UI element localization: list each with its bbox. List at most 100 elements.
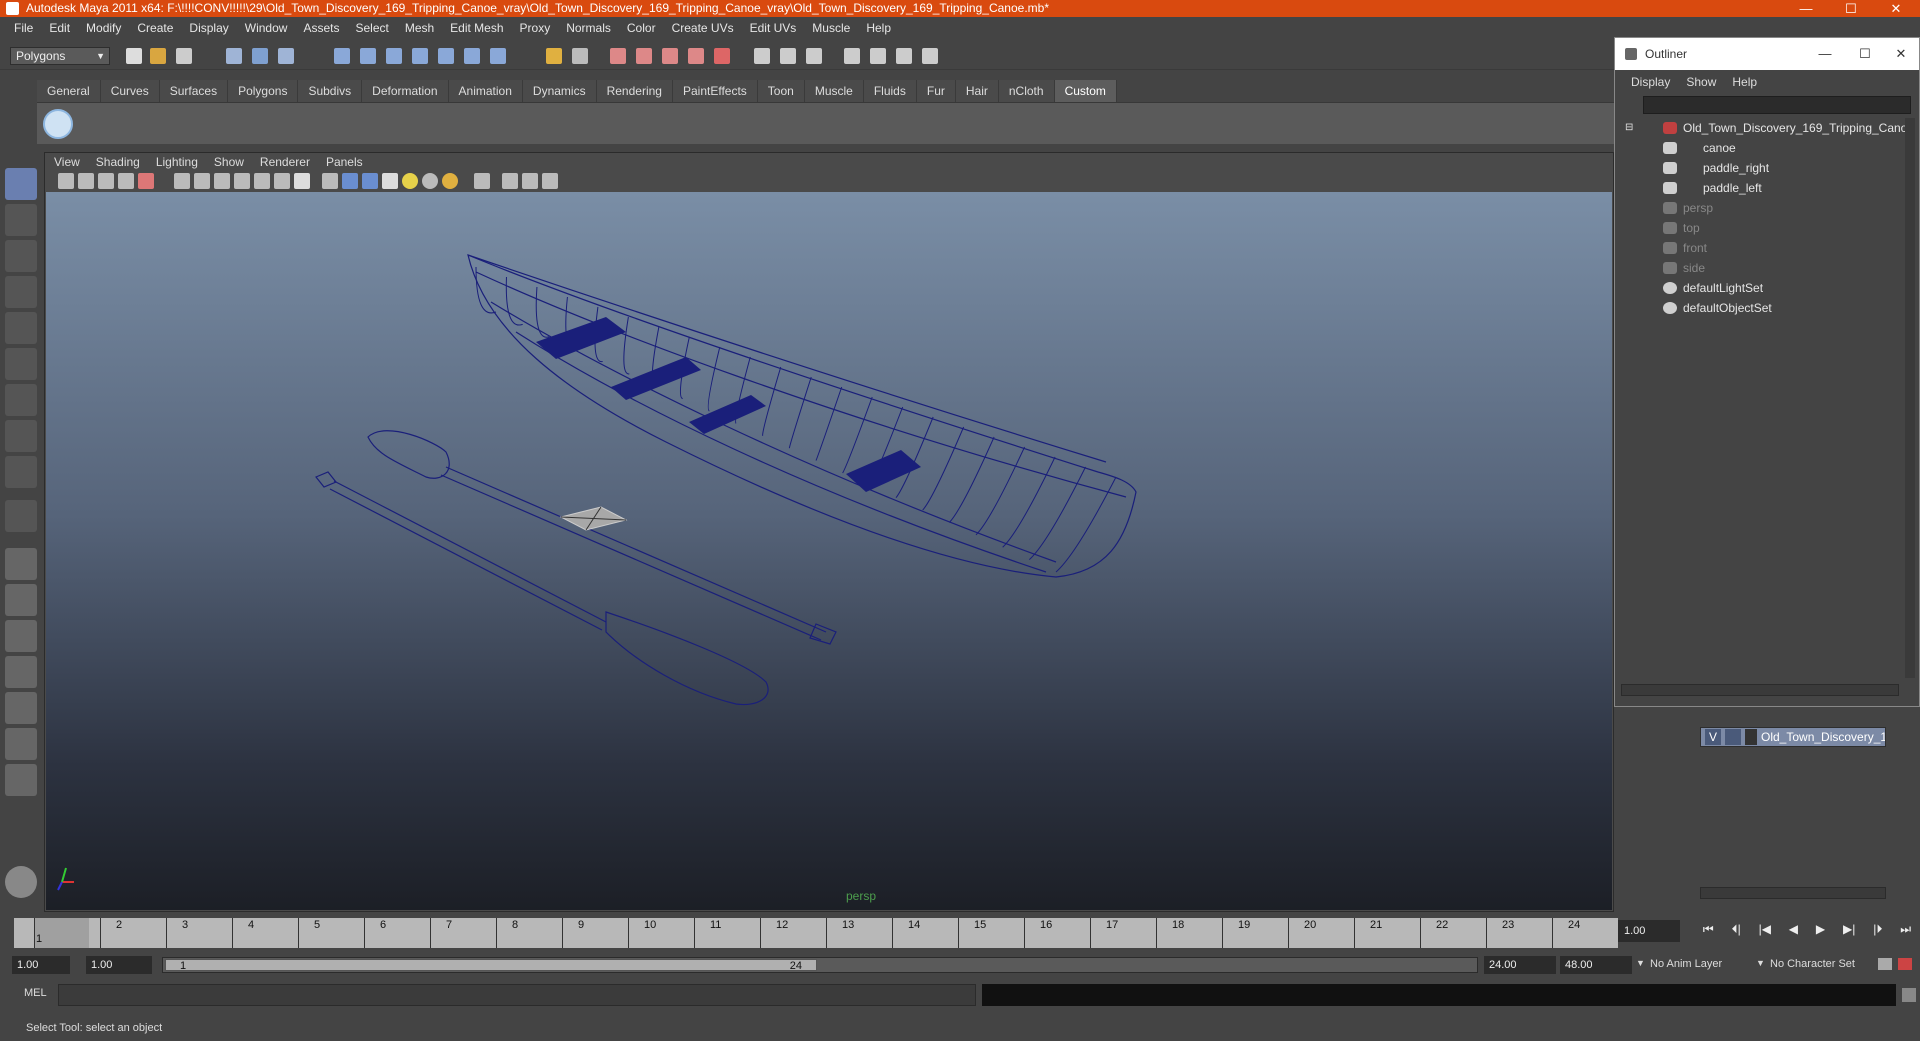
maximize-button[interactable]: ☐ (1833, 0, 1869, 17)
shelf-tab-polygons[interactable]: Polygons (228, 80, 299, 102)
close-button[interactable]: ✕ (1878, 0, 1914, 17)
command-input[interactable] (58, 984, 976, 1006)
shelf-options[interactable] (0, 72, 37, 144)
make-live-icon[interactable] (438, 48, 454, 64)
smooth-shading-icon[interactable] (342, 173, 358, 189)
tool-settings-toggle-icon[interactable] (780, 48, 796, 64)
menu-proxy[interactable]: Proxy (512, 21, 559, 35)
use-all-lights-icon[interactable] (402, 173, 418, 189)
channel-box-toggle-icon[interactable] (806, 48, 822, 64)
step-forward-frame-icon[interactable]: |⏵ (1873, 922, 1882, 944)
two-d-pan-zoom-icon[interactable] (138, 173, 154, 189)
layer-color-swatch[interactable] (1745, 729, 1757, 745)
current-time-field[interactable]: 1.00 (1618, 920, 1680, 942)
save-scene-icon[interactable] (176, 48, 192, 64)
paint-select-tool-icon[interactable] (5, 240, 37, 272)
single-perspective-layout-icon[interactable] (5, 548, 37, 580)
menu-mesh[interactable]: Mesh (397, 21, 442, 35)
grid-toggle-icon[interactable] (174, 173, 190, 189)
outliner-minimize-button[interactable]: — (1807, 38, 1843, 70)
menu-select[interactable]: Select (347, 21, 396, 35)
preferences-icon[interactable] (1898, 958, 1912, 970)
persp-graph-layout-icon[interactable] (5, 656, 37, 688)
persp-outliner-layout-icon[interactable] (5, 620, 37, 652)
shelf-tab-curves[interactable]: Curves (100, 80, 160, 102)
shelf-tab-rendering[interactable]: Rendering (596, 80, 673, 102)
layer-type-toggle[interactable] (1725, 729, 1741, 745)
menu-create-uvs[interactable]: Create UVs (664, 21, 742, 35)
outliner-horizontal-scrollbar[interactable] (1621, 684, 1899, 696)
outliner-menu-show[interactable]: Show (1678, 75, 1724, 89)
menu-help[interactable]: Help (858, 21, 899, 35)
history-icon[interactable] (464, 48, 480, 64)
snap-grid-icon[interactable] (334, 48, 350, 64)
safe-action-icon[interactable] (274, 173, 290, 189)
shelf-tab-fur[interactable]: Fur (916, 80, 956, 102)
viewport-menu-panels[interactable]: Panels (318, 154, 371, 170)
menu-edit-mesh[interactable]: Edit Mesh (442, 21, 511, 35)
outliner-maximize-button[interactable]: ☐ (1847, 38, 1883, 70)
rotate-tool-icon[interactable] (5, 312, 37, 344)
viewport-canvas[interactable]: persp (46, 192, 1612, 910)
snap-point-icon[interactable] (386, 48, 402, 64)
shelf-tab-deformation[interactable]: Deformation (362, 80, 449, 102)
gate-mask-icon[interactable] (234, 173, 250, 189)
menu-edit-uvs[interactable]: Edit UVs (742, 21, 805, 35)
shelf-tab-ncloth[interactable]: nCloth (998, 80, 1055, 102)
outliner-layout-icon[interactable] (922, 48, 938, 64)
menu-window[interactable]: Window (237, 21, 296, 35)
shelf-tab-general[interactable]: General (37, 80, 101, 102)
panel-layout-icon[interactable] (896, 48, 912, 64)
viewport-menu-shading[interactable]: Shading (88, 154, 148, 170)
playback-start-field[interactable]: 1.00 (86, 956, 152, 974)
camera-attributes-icon[interactable] (78, 173, 94, 189)
script-editor-icon[interactable] (1902, 988, 1916, 1002)
snap-curve-icon[interactable] (360, 48, 376, 64)
script-editor-icon[interactable] (5, 866, 37, 898)
step-back-frame-icon[interactable]: ⏴| (1732, 922, 1741, 944)
xray-icon[interactable] (502, 173, 518, 189)
time-slider[interactable]: 1 2 3 4 5 6 7 8 9 10 11 12 13 14 15 16 17 18 19 20 21 22 23 24 (14, 918, 1618, 948)
select-component-icon[interactable] (278, 48, 294, 64)
display-layer-row[interactable]: V Old_Town_Discovery_169 (1700, 727, 1886, 747)
outliner-menu-help[interactable]: Help (1724, 75, 1765, 89)
resolution-gate-icon[interactable] (214, 173, 230, 189)
shelf-tab-toon[interactable]: Toon (757, 80, 805, 102)
manipulator-tool-icon[interactable] (5, 384, 37, 416)
film-gate-icon[interactable] (194, 173, 210, 189)
menu-file[interactable]: File (6, 21, 41, 35)
backface-culling-icon[interactable] (542, 173, 558, 189)
shelf-tab-animation[interactable]: Animation (448, 80, 523, 102)
select-tool-icon[interactable] (5, 168, 37, 200)
playback-end-field[interactable]: 24.00 (1484, 956, 1556, 974)
shelf-tab-subdivs[interactable]: Subdivs (298, 80, 363, 102)
move-tool-icon[interactable] (5, 276, 37, 308)
shelf-tab-hair[interactable]: Hair (955, 80, 999, 102)
lasso-tool-icon[interactable] (5, 204, 37, 236)
shelf-tab-painteffects[interactable]: PaintEffects (672, 80, 758, 102)
field-chart-icon[interactable] (254, 173, 270, 189)
layer-visibility-toggle[interactable]: V (1705, 729, 1721, 745)
menu-normals[interactable]: Normals (558, 21, 619, 35)
select-camera-icon[interactable] (58, 173, 74, 189)
shelf-tab-surfaces[interactable]: Surfaces (159, 80, 229, 102)
render-view-icon[interactable] (714, 48, 730, 64)
step-forward-key-icon[interactable]: ▶| (1843, 922, 1855, 944)
checkmark-shelf-icon[interactable] (43, 109, 73, 139)
hypershade-layout-icon[interactable] (5, 692, 37, 724)
scale-tool-icon[interactable] (5, 348, 37, 380)
construction-history-icon[interactable] (572, 48, 588, 64)
range-slider[interactable]: 1 24 (162, 957, 1478, 973)
last-tool-icon[interactable] (5, 500, 37, 532)
high-quality-icon[interactable] (442, 173, 458, 189)
outliner-close-button[interactable]: ✕ (1883, 38, 1919, 70)
current-frame-marker[interactable] (34, 918, 89, 948)
snap-view-plane-icon[interactable] (412, 48, 428, 64)
menu-muscle[interactable]: Muscle (804, 21, 858, 35)
shelf-tab-dynamics[interactable]: Dynamics (522, 80, 597, 102)
bookmarks-icon[interactable] (98, 173, 114, 189)
open-scene-icon[interactable] (150, 48, 166, 64)
soft-mod-tool-icon[interactable] (5, 420, 37, 452)
render-current-frame-icon[interactable] (610, 48, 626, 64)
input-lock-icon[interactable] (546, 48, 562, 64)
